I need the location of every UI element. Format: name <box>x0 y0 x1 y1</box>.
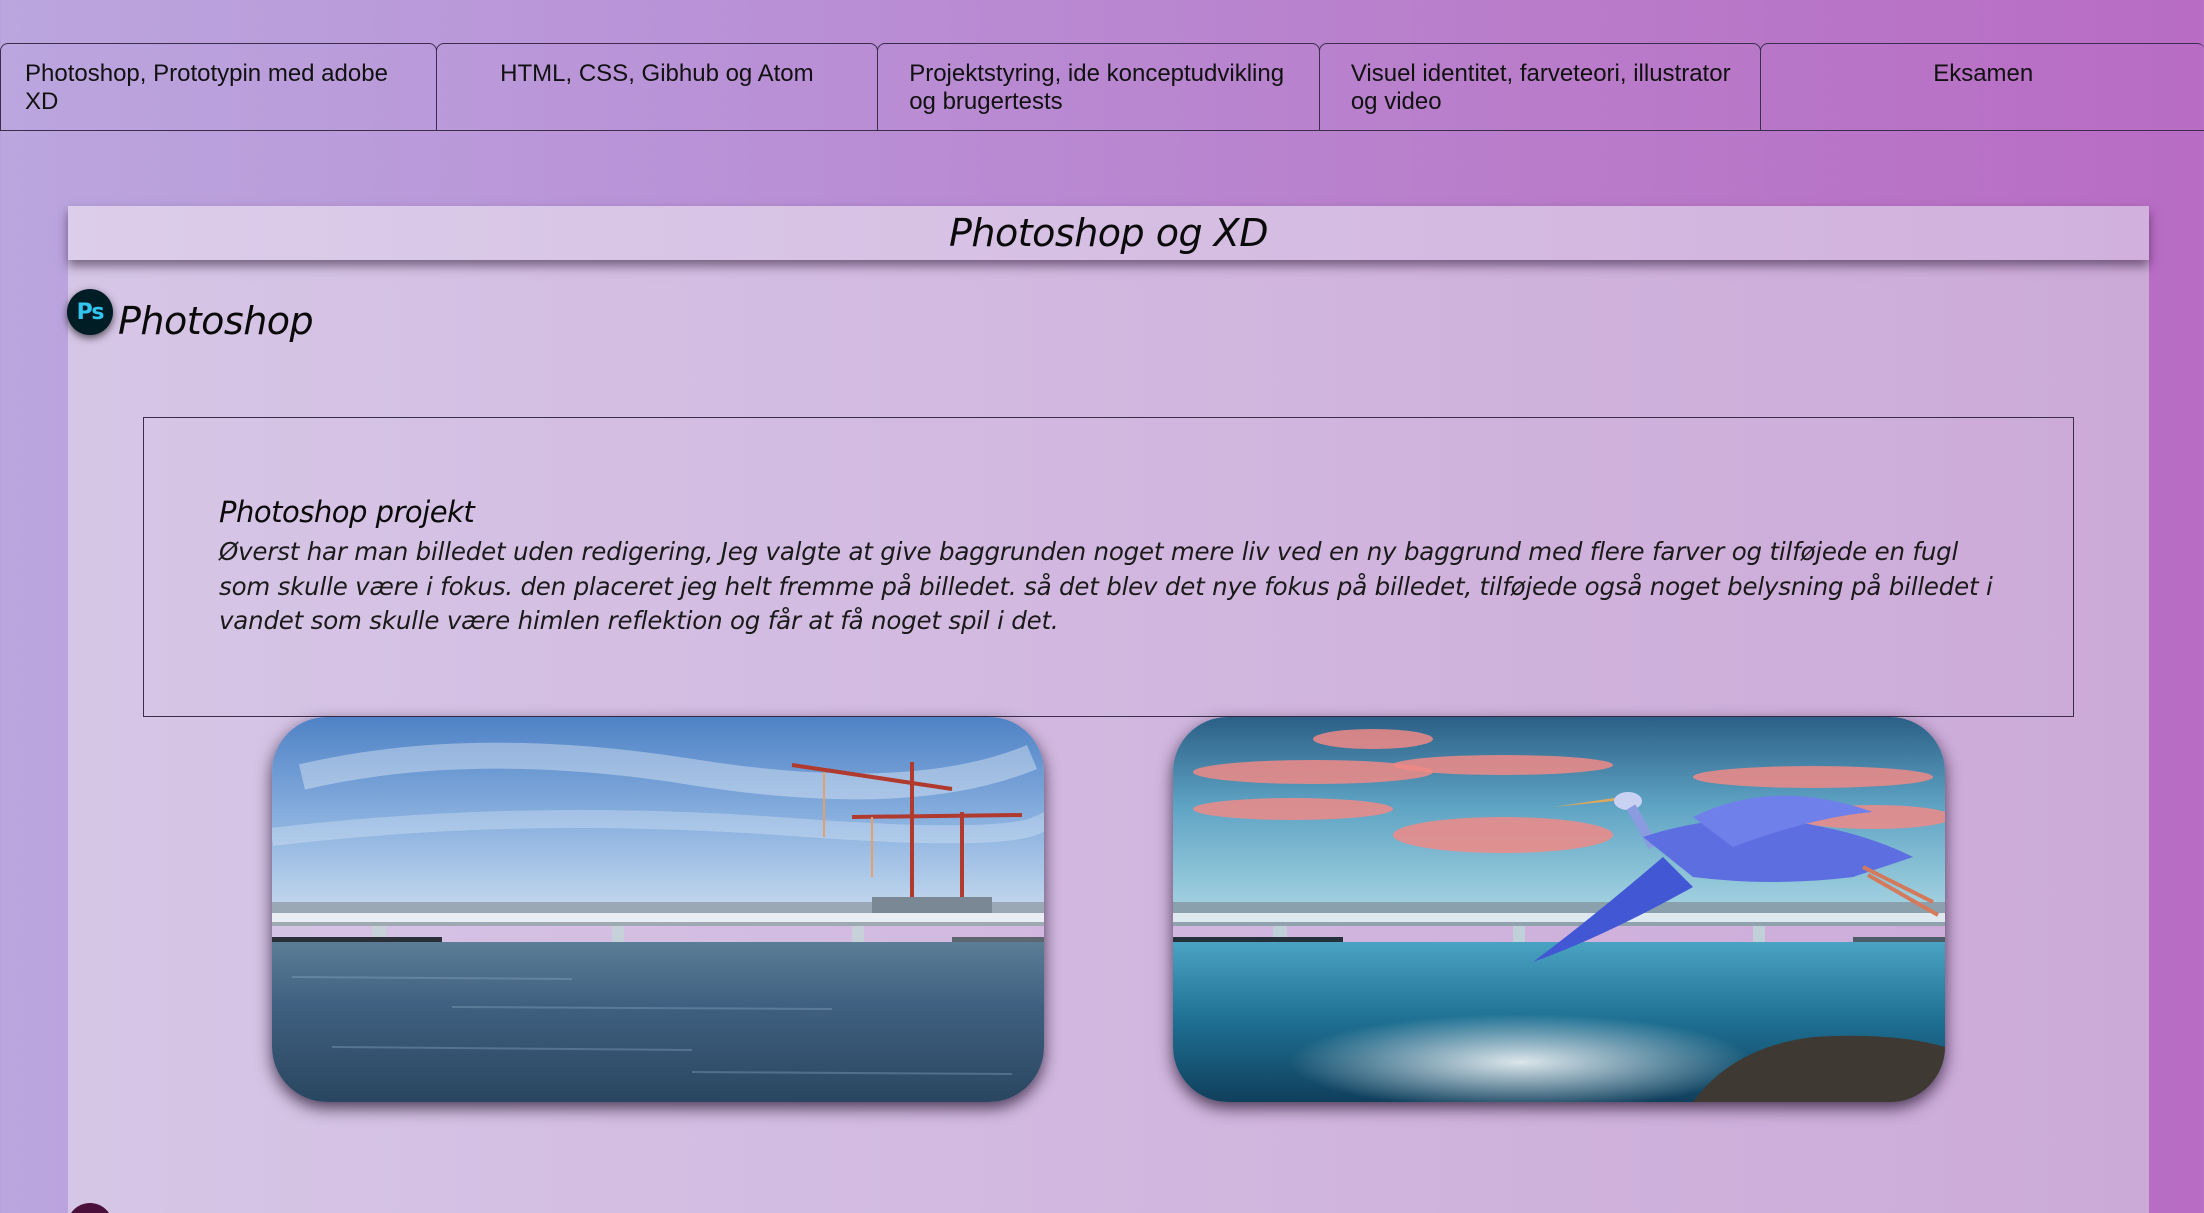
tab-photoshop-xd[interactable]: Photoshop, Prototypin med adobe XD <box>0 43 437 131</box>
tab-html-css[interactable]: HTML, CSS, Gibhub og Atom <box>435 43 879 131</box>
photo-after-edit <box>1173 717 1945 1102</box>
tab-projektstyring[interactable]: Projektstyring, ide konceptudvikling og … <box>877 43 1320 131</box>
tab-visuel-identitet[interactable]: Visuel identitet, farveteori, illustrato… <box>1318 43 1762 131</box>
top-navigation: Photoshop, Prototypin med adobe XD HTML,… <box>0 43 2204 131</box>
photo-before-edit <box>272 717 1044 1102</box>
photoshop-icon-label: Ps <box>76 299 105 325</box>
project-title: Photoshop projekt <box>219 495 475 529</box>
section-heading: Photoshop <box>118 299 314 343</box>
page-title: Photoshop og XD <box>68 206 2149 260</box>
project-description: Øverst har man billedet uden redigering,… <box>219 537 1993 635</box>
tab-eksamen[interactable]: Eksamen <box>1760 43 2204 131</box>
photoshop-icon: Ps <box>67 289 113 335</box>
project-description-box: Photoshop projekt Øverst har man billede… <box>143 417 2074 717</box>
